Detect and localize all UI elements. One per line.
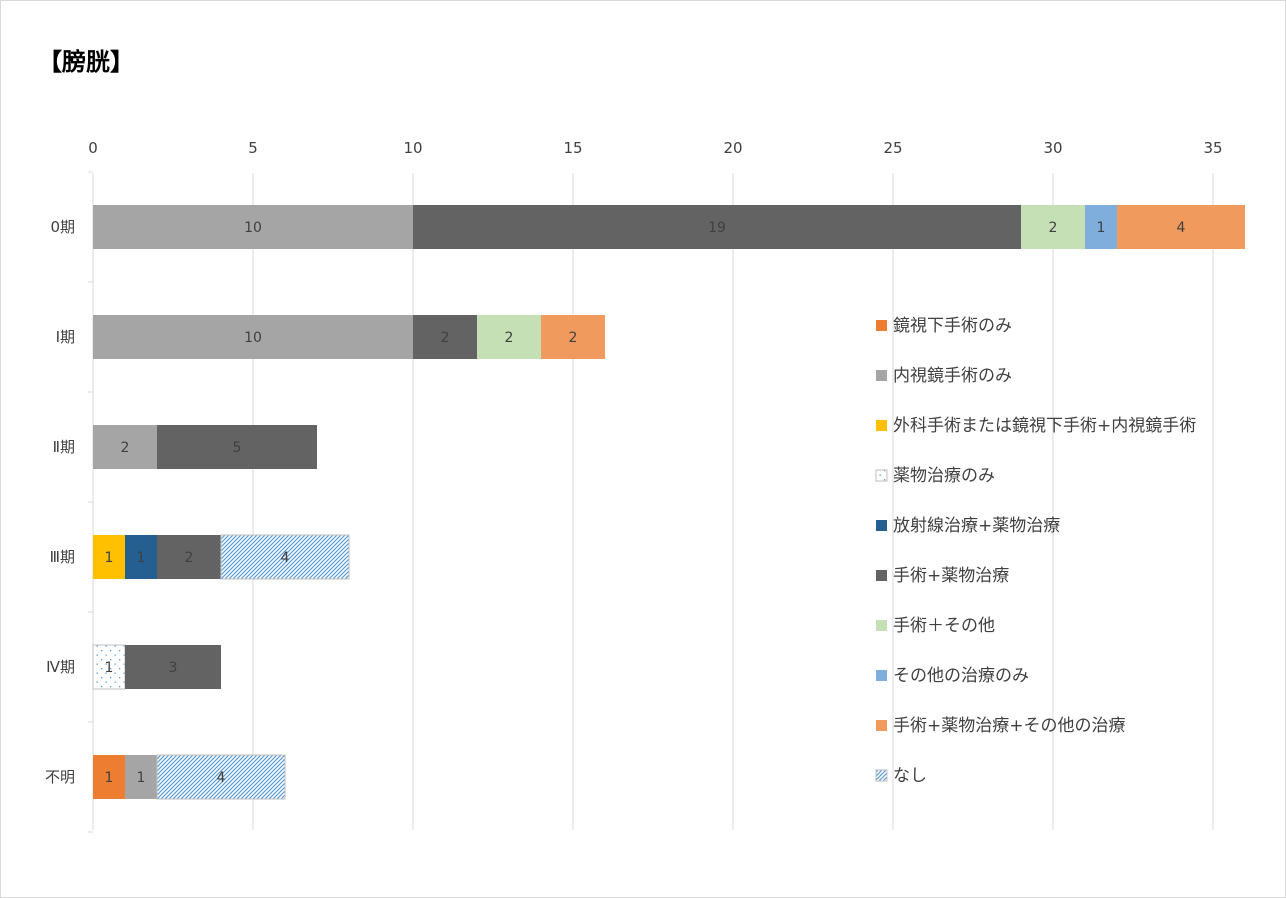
category-label: Ⅳ期: [46, 658, 75, 676]
data-label: 1: [137, 550, 146, 566]
x-tick-label: 30: [1043, 139, 1062, 157]
legend-swatch: [876, 720, 887, 731]
x-tick-label: 10: [403, 139, 422, 157]
data-label: 5: [233, 440, 242, 456]
legend-swatch: [876, 520, 887, 531]
data-label: 19: [708, 220, 726, 236]
legend-swatch: [875, 469, 888, 482]
data-label: 10: [244, 330, 262, 346]
data-label: 4: [1177, 220, 1186, 236]
data-label: 1: [105, 550, 114, 566]
legend-label: 薬物治療のみ: [893, 466, 995, 486]
category-label: Ⅱ期: [53, 438, 75, 456]
data-label: 1: [1097, 220, 1106, 236]
data-label: 4: [281, 550, 290, 566]
legend-swatch: [876, 320, 887, 331]
data-label: 10: [244, 220, 262, 236]
legend-swatch: [876, 670, 887, 681]
legend-swatch: [876, 570, 887, 581]
data-label: 2: [121, 440, 130, 456]
legend-swatch: [876, 620, 887, 631]
category-label: 不明: [45, 768, 75, 786]
legend-label: 鏡視下手術のみ: [893, 316, 1012, 336]
legend-label: 放射線治療+薬物治療: [893, 516, 1060, 536]
category-label: 0期: [50, 218, 75, 236]
x-tick-label: 5: [248, 139, 258, 157]
legend-swatch: [876, 420, 887, 431]
x-tick-label: 15: [563, 139, 582, 157]
data-label: 2: [185, 550, 194, 566]
legend-label: 手術＋その他: [893, 616, 995, 636]
data-label: 1: [105, 660, 114, 676]
data-label: 2: [505, 330, 514, 346]
x-tick-label: 35: [1203, 139, 1222, 157]
legend-swatch: [875, 769, 888, 782]
legend-label: 内視鏡手術のみ: [893, 366, 1012, 386]
legend-label: なし: [893, 766, 927, 786]
data-label: 3: [169, 660, 178, 676]
x-tick-label: 20: [723, 139, 742, 157]
category-label: Ⅲ期: [50, 548, 75, 566]
category-label: Ⅰ期: [56, 328, 75, 346]
legend-swatch: [876, 370, 887, 381]
data-label: 4: [217, 770, 226, 786]
data-label: 2: [1049, 220, 1058, 236]
x-tick-label: 25: [883, 139, 902, 157]
legend-label: 外科手術または鏡視下手術+内視鏡手術: [893, 416, 1196, 436]
data-label: 2: [569, 330, 578, 346]
legend-label: 手術+薬物治療+その他の治療: [893, 716, 1126, 736]
x-tick-label: 0: [88, 139, 98, 157]
legend-label: 手術+薬物治療: [893, 566, 1009, 586]
data-label: 2: [441, 330, 450, 346]
legend-label: その他の治療のみ: [893, 666, 1029, 686]
data-label: 1: [105, 770, 114, 786]
data-label: 1: [137, 770, 146, 786]
chart-plot: 0 5 10 15 20 25 30 350期 10 19 2 1 4Ⅰ期 10 2 2 2Ⅱ期 2 5Ⅲ期 1 1 2 4…: [45, 139, 1245, 833]
